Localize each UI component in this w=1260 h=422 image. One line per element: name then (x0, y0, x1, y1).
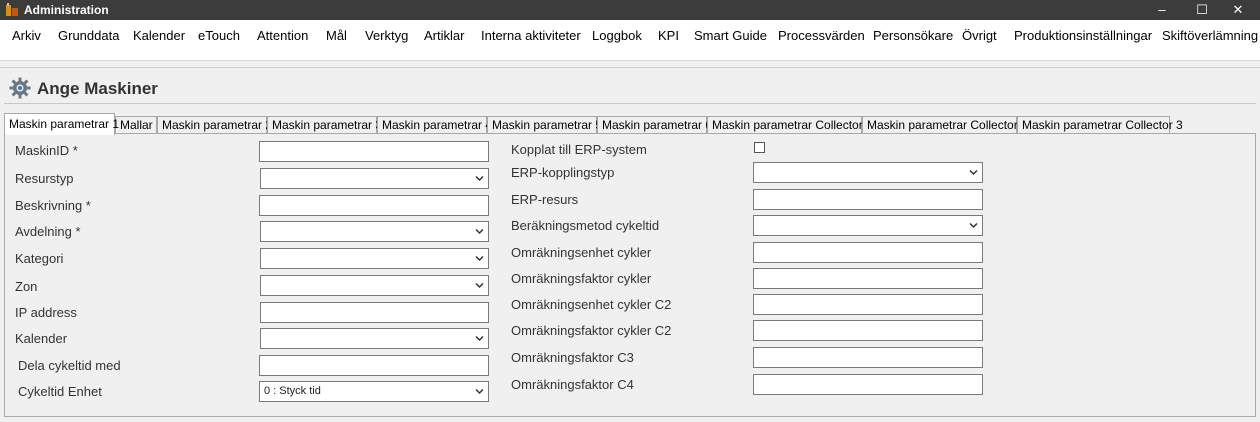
header-divider (0, 67, 1260, 68)
toolbar-strip (0, 51, 1260, 61)
zon-label: Zon (15, 279, 38, 294)
menu-mal[interactable]: Mål (326, 28, 347, 43)
chevron-down-icon (475, 282, 484, 289)
resurstyp-label: Resurstyp (15, 171, 74, 186)
chevron-down-icon (475, 388, 484, 395)
omr-faktor-cykler-c2-input[interactable] (753, 320, 983, 341)
tab-maskin-parametrar-4[interactable]: Maskin parametrar 4 (377, 116, 492, 134)
tab-collector-2[interactable]: Maskin parametrar Collector 2 (862, 116, 1028, 134)
omr-faktor-cykler-input[interactable] (753, 268, 983, 289)
erp-kopplingstyp-select[interactable] (753, 162, 983, 183)
chevron-down-icon (475, 255, 484, 262)
menu-ovrigt[interactable]: Övrigt (962, 28, 997, 43)
menu-interna-aktiviteter[interactable]: Interna aktiviteter (481, 28, 581, 43)
page-title-divider (4, 103, 1256, 104)
maskinid-input[interactable] (259, 141, 489, 162)
menu-etouch[interactable]: eTouch (198, 28, 240, 43)
chevron-down-icon (475, 335, 484, 342)
tab-maskin-parametrar-6[interactable]: Maskin parametrar 6 (597, 116, 712, 134)
tab-mallar[interactable]: Mallar (115, 116, 157, 134)
tab-maskin-parametrar-2[interactable]: Maskin parametrar 2 (157, 116, 272, 134)
window-title: Administration (24, 3, 109, 17)
page-title: Ange Maskiner (37, 79, 158, 98)
avdelning-select[interactable] (260, 221, 489, 242)
menu-personsokare[interactable]: Personsökare (873, 28, 953, 43)
tab-maskin-parametrar-5[interactable]: Maskin parametrar 5 (487, 116, 602, 134)
resurstyp-select[interactable] (260, 168, 489, 189)
tab-collector-3[interactable]: Maskin parametrar Collector 3 (1017, 116, 1183, 134)
dela-cykeltid-input[interactable] (259, 355, 489, 376)
title-bar: Administration – ☐ ✕ (0, 0, 1260, 20)
cykeltid-enhet-label: Cykeltid Enhet (18, 384, 102, 399)
omr-enhet-cykler-c2-label: Omräkningsenhet cykler C2 (511, 297, 672, 312)
omr-enhet-cykler-c2-input[interactable] (753, 294, 983, 315)
berakningsmetod-label: Beräkningsmetod cykeltid (511, 218, 660, 233)
cykeltid-enhet-select[interactable]: 0 : Styck tid (259, 381, 489, 402)
erp-resurs-label: ERP-resurs (511, 192, 579, 207)
menu-smart-guide[interactable]: Smart Guide (694, 28, 767, 43)
close-button[interactable]: ✕ (1216, 0, 1260, 20)
berakningsmetod-select[interactable] (753, 215, 983, 236)
ip-address-input[interactable] (260, 302, 489, 323)
chevron-down-icon (969, 222, 978, 229)
menu-artiklar[interactable]: Artiklar (424, 28, 464, 43)
omr-faktor-cykler-label: Omräkningsfaktor cykler (511, 271, 652, 286)
kalender-label: Kalender (15, 331, 68, 346)
tab-maskin-parametrar-1[interactable]: Maskin parametrar 1 (4, 113, 119, 135)
beskrivning-input[interactable] (259, 195, 489, 216)
ip-address-label: IP address (15, 305, 77, 320)
avdelning-label: Avdelning * (15, 224, 81, 239)
omr-faktor-c3-label: Omräkningsfaktor C3 (511, 350, 634, 365)
erp-resurs-input[interactable] (753, 189, 983, 210)
menu-produktionsinstallningar[interactable]: Produktionsinställningar (1014, 28, 1152, 43)
beskrivning-label: Beskrivning * (15, 198, 91, 213)
menu-loggbok[interactable]: Loggbok (592, 28, 642, 43)
kopplat-erp-checkbox[interactable] (754, 142, 765, 153)
menu-verktyg[interactable]: Verktyg (365, 28, 408, 43)
omr-faktor-c4-label: Omräkningsfaktor C4 (511, 377, 634, 392)
menu-bar: Arkiv Grunddata Kalender eTouch Attentio… (0, 20, 1260, 51)
omr-faktor-cykler-c2-label: Omräkningsfaktor cykler C2 (511, 323, 672, 338)
omr-faktor-c4-input[interactable] (753, 374, 983, 395)
tab-maskin-parametrar-3[interactable]: Maskin parametrar 3 (267, 116, 382, 134)
menu-attention[interactable]: Attention (257, 28, 308, 43)
kategori-label: Kategori (15, 251, 64, 266)
menu-kalender[interactable]: Kalender (133, 28, 185, 43)
gear-icon (9, 77, 31, 99)
chevron-down-icon (475, 175, 484, 182)
kalender-select[interactable] (260, 328, 489, 349)
chevron-down-icon (969, 169, 978, 176)
kopplat-erp-label: Kopplat till ERP-system (511, 142, 647, 157)
omr-enhet-cykler-input[interactable] (753, 242, 983, 263)
maskinid-label: MaskinID * (15, 143, 78, 158)
menu-grunddata[interactable]: Grunddata (58, 28, 119, 43)
kategori-select[interactable] (260, 248, 489, 269)
menu-arkiv[interactable]: Arkiv (12, 28, 41, 43)
dela-cykeltid-label: Dela cykeltid med (18, 358, 121, 373)
zon-select[interactable] (260, 275, 489, 296)
erp-kopplingstyp-label: ERP-kopplingstyp (511, 165, 615, 180)
minimize-button[interactable]: – (1140, 0, 1184, 20)
cykeltid-enhet-value: 0 : Styck tid (264, 385, 321, 397)
omr-enhet-cykler-label: Omräkningsenhet cykler (511, 245, 652, 260)
app-icon (6, 3, 18, 16)
omr-faktor-c3-input[interactable] (753, 347, 983, 368)
menu-processvarden[interactable]: Processvärden (778, 28, 865, 43)
menu-skiftoverlamning[interactable]: Skiftöverlämning (1162, 28, 1258, 43)
tab-collector-1[interactable]: Maskin parametrar Collector 1 (707, 116, 873, 134)
menu-kpi[interactable]: KPI (658, 28, 679, 43)
chevron-down-icon (475, 228, 484, 235)
